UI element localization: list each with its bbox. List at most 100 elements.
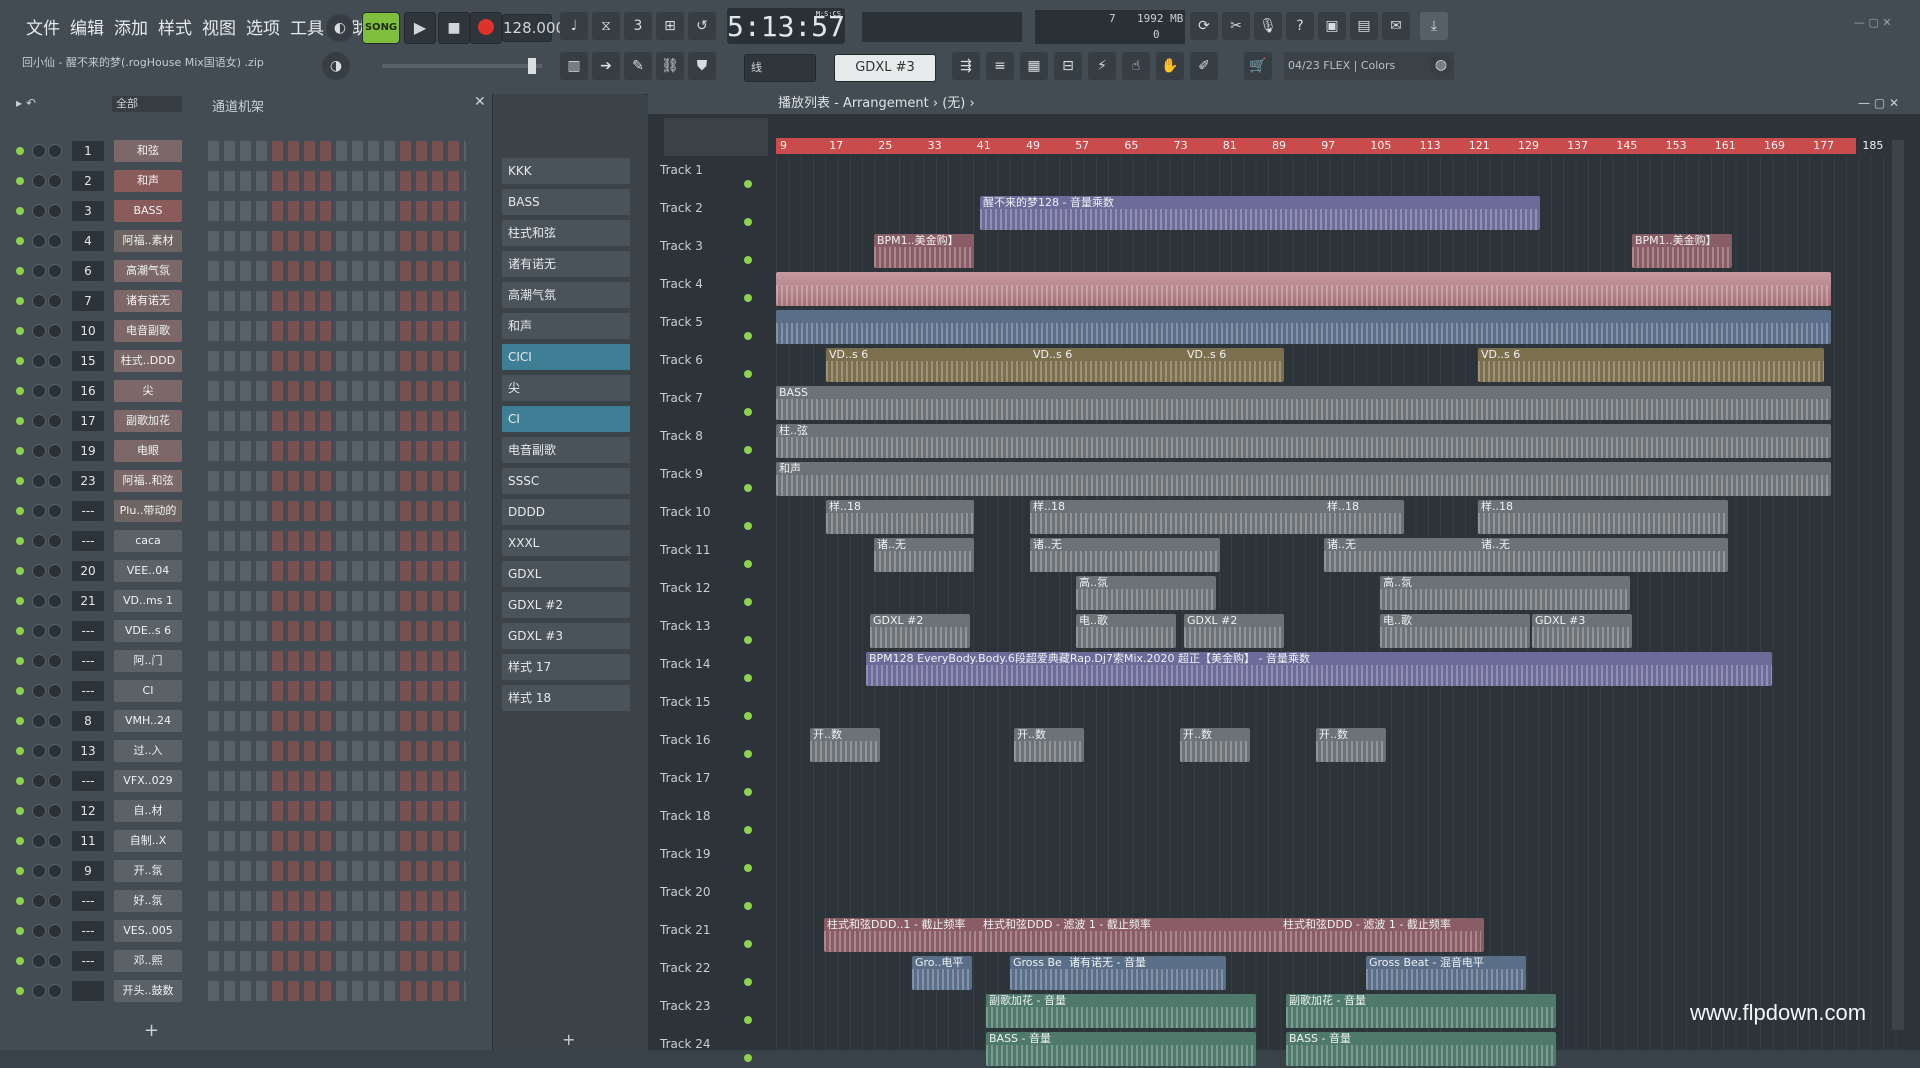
channel-row[interactable]: --- 邓..熙 [0, 948, 492, 974]
pattern-item[interactable]: GDXL #3 [502, 623, 630, 649]
channel-mixer-track[interactable]: --- [72, 771, 104, 791]
channel-pan-knob-icon[interactable] [32, 414, 46, 428]
channel-mute-led[interactable] [16, 747, 24, 755]
channel-mixer-track[interactable]: --- [72, 951, 104, 971]
channel-volume-knob-icon[interactable] [48, 384, 62, 398]
pattern-item[interactable]: 样式 17 [502, 654, 630, 680]
track-header[interactable]: Track 12 [660, 574, 750, 612]
playlist-clip[interactable]: BASS - 音量 [1286, 1032, 1556, 1066]
channel-name-button[interactable]: caca [114, 530, 182, 552]
track-mute-led[interactable] [744, 180, 752, 188]
metronome-icon[interactable]: ♩ [560, 12, 588, 40]
playlist-vertical-scrollbar[interactable] [1892, 140, 1904, 1030]
timeline-ruler[interactable]: 9 17 25 33 41 49 57 65 73 81 89 97 105 113 121 129 137 14… [776, 138, 1900, 154]
track-header[interactable]: Track 23 [660, 992, 750, 1030]
channel-pan-knob-icon[interactable] [32, 504, 46, 518]
playlist-clip[interactable]: 电..歌 [1076, 614, 1176, 648]
channel-name-button[interactable]: BASS [114, 200, 182, 222]
track-mute-led[interactable] [744, 864, 752, 872]
track-header[interactable]: Track 7 [660, 384, 750, 422]
channel-row[interactable]: 1 和弦 [0, 138, 492, 164]
channel-volume-knob-icon[interactable] [48, 924, 62, 938]
channel-mute-led[interactable] [16, 657, 24, 665]
channel-pan-knob-icon[interactable] [32, 864, 46, 878]
channel-mixer-track[interactable]: 9 [72, 861, 104, 881]
pattern-item[interactable]: 高潮气氛 [502, 282, 630, 308]
channel-volume-knob-icon[interactable] [48, 804, 62, 818]
step-sequencer[interactable] [208, 651, 466, 671]
brush-icon[interactable]: ✐ [1190, 52, 1218, 80]
channel-volume-knob-icon[interactable] [48, 744, 62, 758]
channel-mixer-track[interactable]: 1 [72, 141, 104, 161]
step-sequencer[interactable] [208, 531, 466, 551]
step-sequencer[interactable] [208, 411, 466, 431]
track-mute-led[interactable] [744, 712, 752, 720]
channel-name-button[interactable]: VMH..24 [114, 710, 182, 732]
channel-volume-knob-icon[interactable] [48, 594, 62, 608]
window-controls[interactable]: — ▢ ✕ [1854, 16, 1912, 30]
save-icon[interactable]: ▣ [1318, 12, 1346, 40]
playlist-clip[interactable]: VD..s 6 [1030, 348, 1210, 382]
channel-pan-knob-icon[interactable] [32, 954, 46, 968]
channel-volume-knob-icon[interactable] [48, 564, 62, 578]
channel-pan-knob-icon[interactable] [32, 714, 46, 728]
channel-mute-led[interactable] [16, 447, 24, 455]
channel-mixer-track[interactable]: 17 [72, 411, 104, 431]
pattern-item[interactable]: CICI [502, 344, 630, 370]
channel-name-button[interactable]: CI [114, 680, 182, 702]
pattern-item[interactable]: GDXL #2 [502, 592, 630, 618]
step-sequencer[interactable] [208, 471, 466, 491]
channel-mute-led[interactable] [16, 627, 24, 635]
track-header[interactable]: Track 17 [660, 764, 750, 802]
track-mute-led[interactable] [744, 978, 752, 986]
track-mute-led[interactable] [744, 522, 752, 530]
track-header[interactable]: Track 24 [660, 1030, 750, 1068]
playlist-clip[interactable]: 诸有诺无 - 音量 [1066, 956, 1226, 990]
track-mute-led[interactable] [744, 294, 752, 302]
track-header[interactable]: Track 20 [660, 878, 750, 916]
channel-row[interactable]: 6 高潮气氛 [0, 258, 492, 284]
pattern-selector[interactable]: GDXL #3 [834, 54, 936, 82]
track-header[interactable]: Track 21 [660, 916, 750, 954]
step-sequencer[interactable] [208, 201, 466, 221]
record-button[interactable] [470, 12, 502, 44]
add-pattern-icon[interactable]: + [562, 1030, 575, 1049]
track-mute-led[interactable] [744, 788, 752, 796]
wait-input-icon[interactable]: ⧖ [592, 12, 620, 40]
channel-pan-knob-icon[interactable] [32, 324, 46, 338]
channel-volume-knob-icon[interactable] [48, 144, 62, 158]
playlist-clip[interactable]: 开..数 [1014, 728, 1084, 762]
track-mute-led[interactable] [744, 560, 752, 568]
playlist-clip[interactable]: 开..数 [1316, 728, 1386, 762]
channel-mute-led[interactable] [16, 387, 24, 395]
channel-pan-knob-icon[interactable] [32, 804, 46, 818]
playlist-clip[interactable]: 副歌加花 - 音量 [986, 994, 1256, 1028]
hand-icon[interactable]: ✋ [1156, 52, 1184, 80]
channel-pan-knob-icon[interactable] [32, 534, 46, 548]
track-mute-led[interactable] [744, 750, 752, 758]
playlist-clip[interactable]: 高..氛 [1076, 576, 1216, 610]
step-sequencer[interactable] [208, 801, 466, 821]
track-mute-led[interactable] [744, 408, 752, 416]
stop-button[interactable]: ■ [438, 12, 470, 44]
track-mute-led[interactable] [744, 446, 752, 454]
track-mute-led[interactable] [744, 826, 752, 834]
channel-pan-knob-icon[interactable] [32, 354, 46, 368]
export-icon[interactable]: ▤ [1350, 12, 1378, 40]
channel-mixer-track[interactable]: 19 [72, 441, 104, 461]
playlist-clip[interactable]: VD..s 6 [1478, 348, 1824, 382]
step-sequencer[interactable] [208, 741, 466, 761]
channel-pan-knob-icon[interactable] [32, 894, 46, 908]
channel-row[interactable]: 16 尖 [0, 378, 492, 404]
menu-options[interactable]: 选项 [246, 14, 280, 39]
time-display[interactable]: M:S:CS 5:13:57 [727, 8, 845, 44]
master-volume-knob-icon[interactable]: ◐ [326, 14, 354, 42]
channel-volume-knob-icon[interactable] [48, 654, 62, 668]
channel-name-button[interactable]: 过..入 [114, 740, 182, 762]
channel-mute-led[interactable] [16, 897, 24, 905]
channel-row[interactable]: 开头..鼓数 [0, 978, 492, 1004]
channel-volume-knob-icon[interactable] [48, 954, 62, 968]
channel-mixer-track[interactable]: 4 [72, 231, 104, 251]
channel-pan-knob-icon[interactable] [32, 564, 46, 578]
touch-icon[interactable]: ☝ [1122, 52, 1150, 80]
